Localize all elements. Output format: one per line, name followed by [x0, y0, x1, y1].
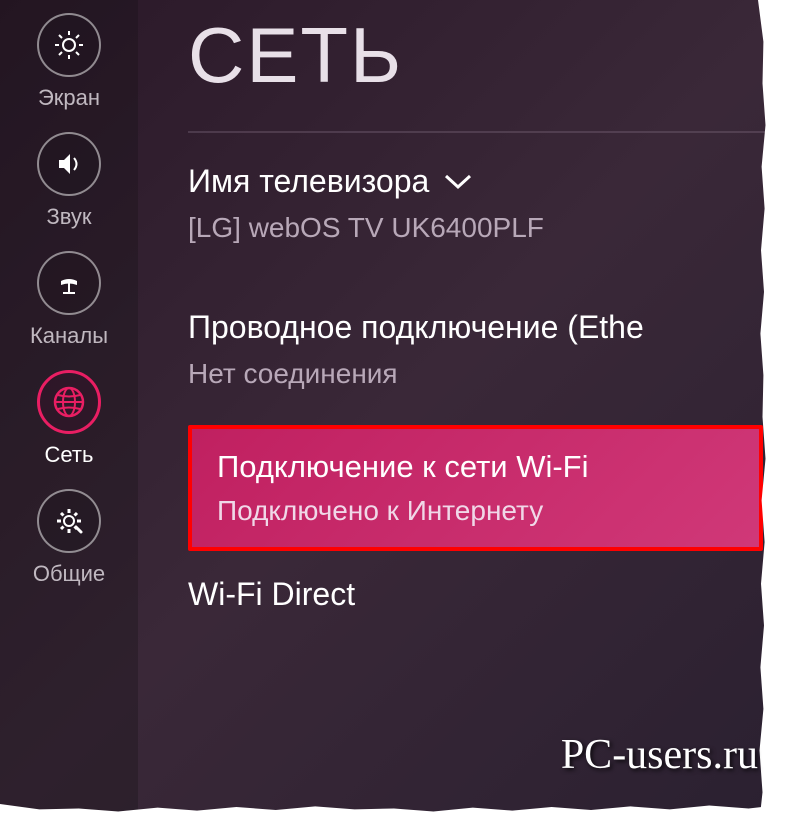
display-icon — [37, 13, 101, 77]
sidebar-item-label: Сеть — [45, 442, 94, 468]
sidebar-item-general[interactable]: Общие — [33, 481, 105, 595]
gear-icon — [37, 489, 101, 553]
wifi-direct-title: Wi-Fi Direct — [188, 576, 758, 613]
wired-connection-section[interactable]: Проводное подключение (Ethe Нет соединен… — [188, 309, 788, 390]
globe-icon — [37, 370, 101, 434]
satellite-icon — [37, 251, 101, 315]
sidebar-item-display[interactable]: Экран — [37, 5, 101, 119]
page-title: СЕТЬ — [188, 10, 788, 101]
sidebar-item-channels[interactable]: Каналы — [30, 243, 108, 357]
wifi-value: Подключено к Интернету — [217, 495, 734, 527]
sidebar-item-network[interactable]: Сеть — [37, 362, 101, 476]
sidebar-item-sound[interactable]: Звук — [37, 124, 101, 238]
speaker-icon — [37, 132, 101, 196]
main-content: СЕТЬ Имя телевизора [LG] webOS TV UK6400… — [138, 0, 788, 834]
watermark: PC-users.ru — [561, 731, 758, 779]
sidebar-item-label: Каналы — [30, 323, 108, 349]
wifi-direct-section[interactable]: Wi-Fi Direct — [188, 576, 788, 613]
chevron-down-icon — [444, 173, 472, 191]
divider — [188, 131, 788, 133]
tv-name-value: [LG] webOS TV UK6400PLF — [188, 212, 758, 244]
tv-name-title: Имя телевизора — [188, 163, 429, 200]
sidebar-item-label: Звук — [46, 204, 91, 230]
settings-sidebar: Экран Звук Каналы — [0, 0, 138, 834]
wired-title: Проводное подключение (Ethe — [188, 309, 758, 346]
sidebar-item-label: Экран — [38, 85, 100, 111]
wifi-connection-section[interactable]: Подключение к сети Wi-Fi Подключено к Ин… — [188, 425, 763, 551]
wired-value: Нет соединения — [188, 358, 758, 390]
tv-name-section[interactable]: Имя телевизора [LG] webOS TV UK6400PLF — [188, 163, 788, 244]
wifi-title: Подключение к сети Wi-Fi — [217, 449, 734, 485]
sidebar-item-label: Общие — [33, 561, 105, 587]
